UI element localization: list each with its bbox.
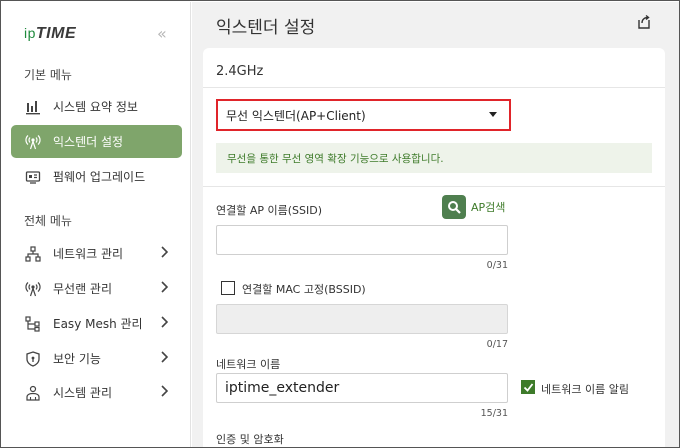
search-icon bbox=[442, 195, 466, 219]
mesh-icon bbox=[25, 315, 41, 332]
extender-mode-select[interactable]: 무선 익스텐더(AP+Client) bbox=[216, 99, 511, 131]
main-content: 익스텐더 설정 2.4GHz 무선 익스텐더(AP+Client) 무선을 통한… bbox=[192, 2, 679, 447]
ssid-counter: 0/31 bbox=[486, 260, 508, 271]
card-divider bbox=[203, 186, 665, 187]
sidebar-item-wireless[interactable]: 무선랜 관리 bbox=[11, 272, 182, 305]
ssid-label: 연결할 AP 이름(SSID) bbox=[216, 204, 323, 217]
system-icon bbox=[25, 385, 41, 401]
page-title: 익스텐더 설정 bbox=[216, 18, 316, 38]
bssid-counter: 0/17 bbox=[486, 339, 508, 350]
chevron-right-icon bbox=[160, 316, 169, 331]
caret-down-icon bbox=[489, 112, 497, 117]
sidebar-item-label: 익스텐더 설정 bbox=[53, 135, 124, 149]
sidebar-item-label: Easy Mesh 관리 bbox=[53, 317, 143, 331]
sidebar-item-label: 펌웨어 업그레이드 bbox=[53, 170, 146, 184]
mode-info-text: 무선을 통한 무선 영역 확장 기능으로 사용합니다. bbox=[227, 152, 444, 165]
network-name-counter: 15/31 bbox=[480, 408, 508, 419]
wireless-icon bbox=[25, 134, 41, 150]
sidebar-item-system-summary[interactable]: 시스템 요약 정보 bbox=[11, 90, 182, 123]
sidebar-item-label: 시스템 관리 bbox=[53, 386, 113, 400]
ssid-input[interactable] bbox=[216, 225, 508, 255]
settings-card: 2.4GHz 무선 익스텐더(AP+Client) 무선을 통한 무선 영역 확… bbox=[203, 48, 665, 447]
all-menu-title: 전체 메뉴 bbox=[24, 214, 72, 228]
iptime-logo[interactable]: ipTIME bbox=[24, 25, 76, 43]
export-icon[interactable] bbox=[636, 14, 652, 30]
firmware-icon bbox=[25, 169, 41, 185]
shield-icon bbox=[25, 350, 41, 367]
collapse-sidebar-icon[interactable]: « bbox=[157, 24, 167, 43]
broadcast-ssid-checkbox[interactable] bbox=[521, 380, 535, 394]
wireless-icon bbox=[25, 281, 41, 297]
chevron-right-icon bbox=[160, 281, 169, 296]
sidebar-item-label: 시스템 요약 정보 bbox=[53, 100, 138, 114]
sidebar-item-extender-settings[interactable]: 익스텐더 설정 bbox=[11, 125, 182, 158]
mac-lock-label: 연결할 MAC 고정(BSSID) bbox=[242, 283, 366, 296]
chevron-right-icon bbox=[160, 246, 169, 261]
logo-ip: ip bbox=[24, 25, 36, 41]
sidebar-item-system[interactable]: 시스템 관리 bbox=[11, 376, 182, 409]
sidebar-item-label: 보안 기능 bbox=[53, 352, 101, 366]
auth-label: 인증 및 암호화 bbox=[216, 433, 284, 446]
network-name-label: 네트워크 이름 bbox=[216, 358, 281, 371]
bssid-input bbox=[216, 304, 508, 334]
mode-info-box: 무선을 통한 무선 영역 확장 기능으로 사용합니다. bbox=[216, 143, 652, 173]
sidebar-item-security[interactable]: 보안 기능 bbox=[11, 342, 182, 375]
sidebar-item-easy-mesh[interactable]: Easy Mesh 관리 bbox=[11, 307, 182, 340]
extender-mode-value: 무선 익스텐더(AP+Client) bbox=[226, 108, 366, 123]
sidebar-item-firmware-upgrade[interactable]: 펌웨어 업그레이드 bbox=[11, 160, 182, 193]
network-icon bbox=[25, 245, 41, 262]
broadcast-ssid-label: 네트워크 이름 알림 bbox=[541, 383, 629, 396]
ap-search-label: AP검색 bbox=[471, 201, 506, 214]
card-divider bbox=[203, 87, 665, 88]
network-name-input[interactable]: iptime_extender bbox=[216, 373, 508, 403]
logo-time: TIME bbox=[35, 25, 77, 42]
checkmark-icon bbox=[523, 382, 533, 392]
sidebar-item-label: 네트워크 관리 bbox=[53, 247, 124, 261]
sidebar-item-network[interactable]: 네트워크 관리 bbox=[11, 237, 182, 270]
band-title: 2.4GHz bbox=[216, 64, 264, 79]
mac-lock-checkbox[interactable] bbox=[221, 281, 235, 295]
basic-menu-title: 기본 메뉴 bbox=[24, 68, 72, 82]
app-frame: ipTIME « 기본 메뉴 시스템 요약 정보 익스텐더 설정 펌웨어 업그레… bbox=[0, 0, 680, 448]
sidebar-item-label: 무선랜 관리 bbox=[53, 282, 113, 296]
bar-chart-icon bbox=[25, 99, 41, 115]
ap-search-button[interactable]: AP검색 bbox=[442, 195, 505, 219]
sidebar: ipTIME « 기본 메뉴 시스템 요약 정보 익스텐더 설정 펌웨어 업그레… bbox=[2, 2, 191, 447]
chevron-right-icon bbox=[160, 385, 169, 400]
chevron-right-icon bbox=[160, 351, 169, 366]
